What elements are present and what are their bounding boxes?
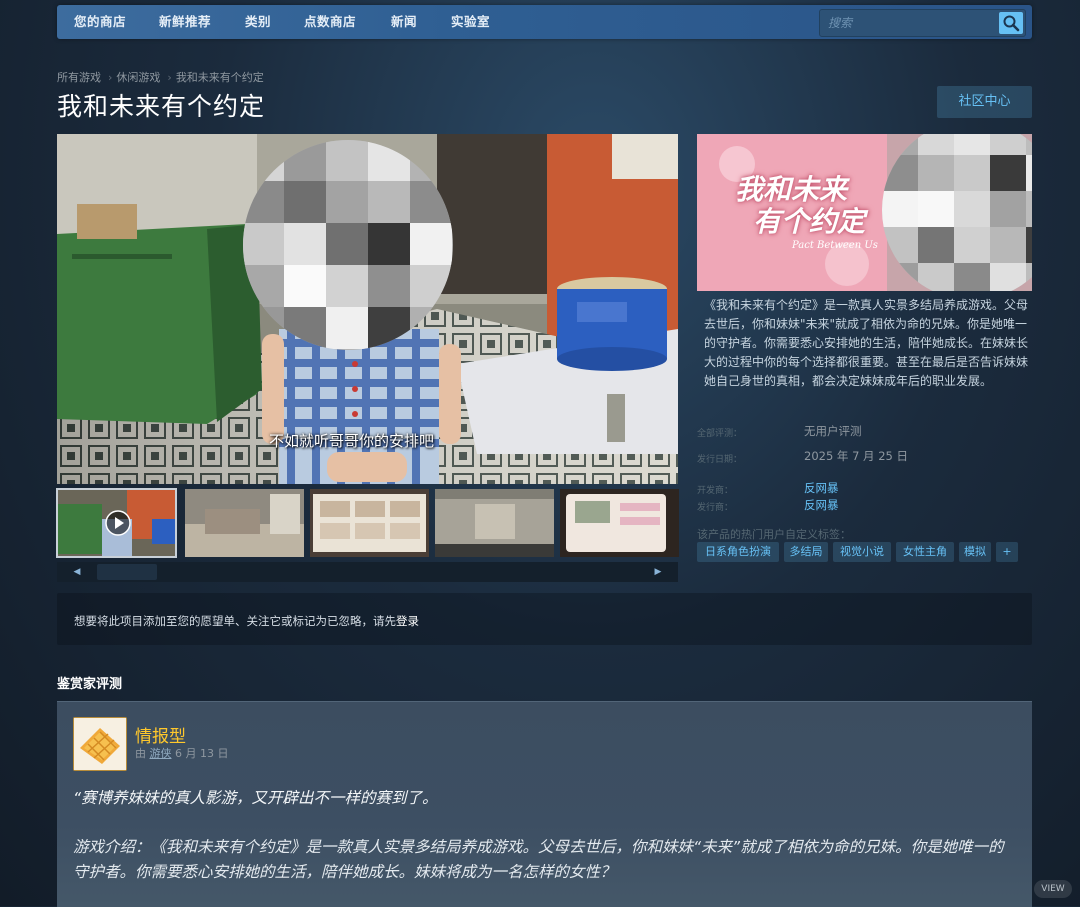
nav-tab-points-shop[interactable]: 点数商店 xyxy=(304,5,356,39)
breadcrumb-all-games[interactable]: 所有游戏 xyxy=(57,71,101,84)
capsule-title-line1: 我和未来 xyxy=(735,173,848,206)
thumbnail-screenshot-2[interactable] xyxy=(185,489,304,557)
thumbnail-scroll-handle[interactable] xyxy=(97,564,157,580)
login-notice-message: 想要将此项目添加至您的愿望单、关注它或标记为已忽略，请先 xyxy=(74,614,396,628)
curator-quote: “赛博养妹妹的真人影游，又开辟出不一样的赛到了。 xyxy=(73,789,438,807)
tag-female-protagonist[interactable]: 女性主角 xyxy=(896,542,954,562)
capsule-logo-title: 我和未来 有个约定 xyxy=(735,174,865,238)
tag-simulation[interactable]: 模拟 xyxy=(959,542,991,562)
nav-tab-news[interactable]: 新闻 xyxy=(391,5,417,39)
community-hub-button[interactable]: 社区中心 xyxy=(937,86,1032,118)
thumbnail-screenshot-5-image xyxy=(560,489,679,557)
video-subtitle: 不如就听哥哥你的安排吧 xyxy=(269,432,435,450)
pixelated-face-mosaic xyxy=(243,140,453,350)
corner-watermark-badge: VIEW xyxy=(1034,880,1072,898)
search-box xyxy=(819,9,1026,37)
thumbnail-screenshot-3-image xyxy=(310,489,429,557)
nav-tab-your-store[interactable]: 您的商店 xyxy=(74,5,126,39)
curator-review-body: 游戏介绍：《我和未来有个约定》是一款真人实景多结局养成游戏。父母去世后，你和妹妹… xyxy=(73,838,1004,881)
nav-tab-new-noteworthy[interactable]: 新鲜推荐 xyxy=(159,5,211,39)
main-media-viewer[interactable]: 不如就听哥哥你的安排吧 xyxy=(57,134,678,484)
capsule-pixelated-mosaic xyxy=(882,134,1032,291)
thumbnail-screenshot-4[interactable] xyxy=(435,489,554,557)
breadcrumb-current-game[interactable]: 我和未来有个约定 xyxy=(176,71,264,84)
curator-reviews-heading: 鉴赏家评测 xyxy=(57,677,123,692)
thumbnail-scrollbar[interactable]: ◀ ▶ xyxy=(57,562,678,582)
search-input[interactable] xyxy=(826,13,995,33)
curator-logo-icon xyxy=(74,718,126,770)
thumbnail-video[interactable] xyxy=(56,488,177,558)
breadcrumb-casual-games[interactable]: 休闲游戏 xyxy=(116,71,160,84)
reviews-value: 无用户评测 xyxy=(804,424,862,438)
page-title: 我和未来有个约定 xyxy=(57,92,266,121)
login-notice-banner: 想要将此项目添加至您的愿望单、关注它或标记为已忽略，请先登录 xyxy=(57,593,1032,645)
developer-label: 开发商： xyxy=(697,486,734,496)
capsule-subtitle: Pact Between Us xyxy=(792,240,878,251)
publisher-label: 发行商： xyxy=(697,503,734,513)
reviews-label: 全部评测： xyxy=(697,429,743,439)
search-button[interactable] xyxy=(999,12,1023,34)
thumbnail-screenshot-5[interactable] xyxy=(560,489,679,557)
curator-name-link[interactable]: 情报型 xyxy=(135,722,186,747)
popular-tags-label: 该产品的热门用户自定义标签： xyxy=(697,528,851,541)
tag-multiple-endings[interactable]: 多结局 xyxy=(784,542,828,562)
curator-author-link[interactable]: 游侠 xyxy=(150,747,172,760)
tag-jrpg[interactable]: 日系角色扮演 xyxy=(697,542,779,562)
login-link[interactable]: 登录 xyxy=(396,614,419,628)
nav-tab-labs[interactable]: 实验室 xyxy=(451,5,490,39)
search-icon xyxy=(1003,15,1020,32)
play-icon xyxy=(105,510,131,536)
login-notice-text: 想要将此项目添加至您的愿望单、关注它或标记为已忽略，请先登录 xyxy=(74,613,419,629)
breadcrumb: 所有游戏 › 休闲游戏 › 我和未来有个约定 xyxy=(57,71,264,84)
game-capsule-image: 我和未来 有个约定 Pact Between Us xyxy=(697,134,1032,291)
curator-review-date: 6 月 13 日 xyxy=(175,747,229,760)
scroll-left-arrow-icon[interactable]: ◀ xyxy=(57,562,97,582)
capsule-title-line2: 有个约定 xyxy=(753,205,866,238)
tag-visual-novel[interactable]: 视觉小说 xyxy=(833,542,891,562)
thumbnail-screenshot-4-image xyxy=(435,489,554,557)
curator-meta: 由 游侠 6 月 13 日 xyxy=(135,745,229,761)
curator-meta-prefix: 由 xyxy=(135,747,146,760)
store-nav-bar: 您的商店 新鲜推荐 类别 点数商店 新闻 实验室 xyxy=(57,5,1032,39)
developer-link[interactable]: 反网暴 xyxy=(804,480,839,496)
curator-avatar[interactable] xyxy=(73,717,127,771)
game-description: 《我和未来有个约定》是一款真人实景多结局养成游戏。父母去世后，你和妹妹"未来"就… xyxy=(704,298,1029,388)
release-date-value: 2025 年 7 月 25 日 xyxy=(804,449,908,463)
nav-tab-categories[interactable]: 类别 xyxy=(245,5,271,39)
tag-more-button[interactable]: + xyxy=(996,542,1018,562)
release-date-label: 发行日期： xyxy=(697,455,743,465)
thumbnail-screenshot-3[interactable] xyxy=(310,489,429,557)
scroll-right-arrow-icon[interactable]: ▶ xyxy=(638,562,678,582)
publisher-link[interactable]: 反网暴 xyxy=(804,497,839,513)
thumbnail-screenshot-2-image xyxy=(185,489,304,557)
